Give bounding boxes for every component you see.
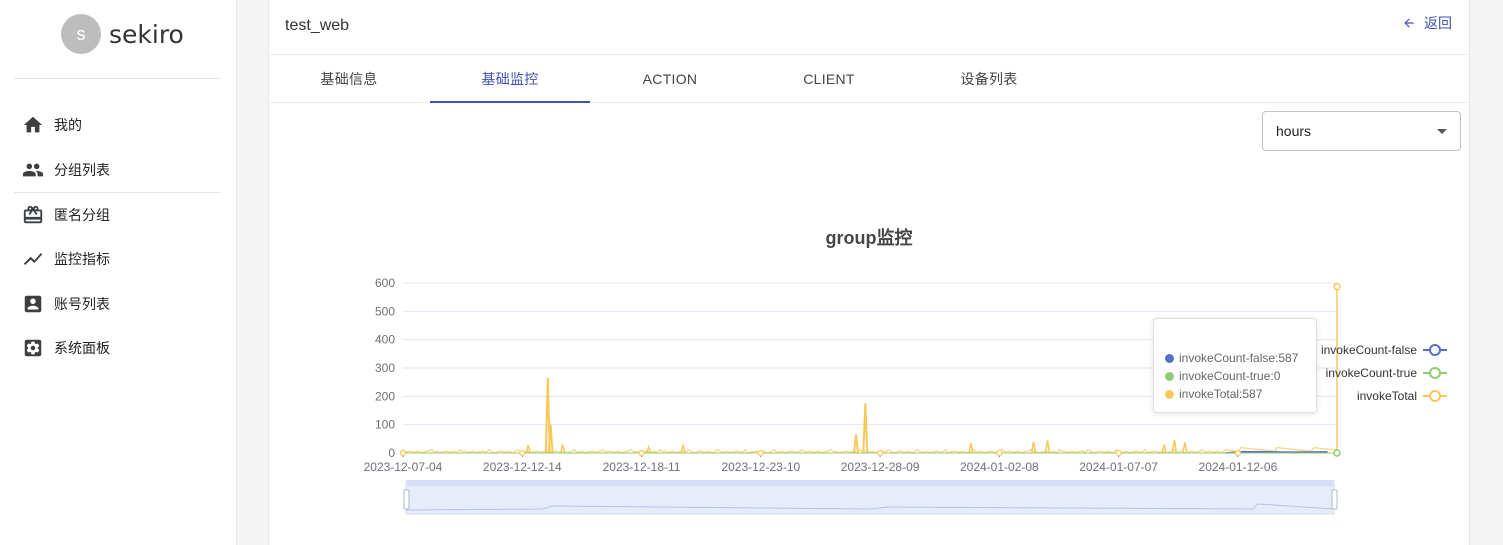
- settings-panel-icon: [24, 339, 42, 357]
- sidebar-divider: [14, 78, 221, 79]
- sidebar: s sekiro 我的 分组列表 匿名分组 监控指标 账号列表 系统面板: [0, 0, 237, 545]
- y-tick-label: 600: [375, 276, 395, 290]
- series-line-invokeTotal-baseline: [402, 446, 1338, 454]
- x-tick-label: 2023-12-18-11: [603, 460, 681, 474]
- sidebar-item-label: 系统面板: [54, 341, 110, 357]
- series-spike-invokeTotal: [862, 403, 869, 454]
- sidebar-item-mine[interactable]: 我的: [22, 110, 82, 140]
- sidebar-item-label: 监控指标: [54, 252, 110, 268]
- chart-tooltip: invokeCount-false:587 invokeCount-true:0…: [1153, 318, 1317, 413]
- sidebar-item-metrics[interactable]: 监控指标: [22, 244, 110, 274]
- tooltip-text: invokeCount-false:587: [1179, 351, 1299, 365]
- series-point-invokeTotal: [1115, 449, 1122, 457]
- series-point-invokeTotal: [996, 449, 1003, 457]
- sidebar-divider: [14, 192, 221, 193]
- series-spike-invokeTotal: [853, 434, 859, 454]
- series-spike-invokeTotal: [680, 444, 686, 454]
- tooltip-text: invokeCount-true:0: [1179, 369, 1281, 383]
- series-point-invokeTotal: [399, 449, 407, 457]
- legend-label: invokeCount-false: [1321, 343, 1417, 357]
- series-point-invokeCount-true: [1333, 449, 1341, 457]
- sidebar-item-anonymous-group[interactable]: 匿名分组: [22, 200, 110, 230]
- brand-name: sekiro: [109, 19, 184, 49]
- account-box-icon: [24, 295, 42, 313]
- x-tick-label: 2024-01-02-08: [960, 460, 1039, 474]
- trending-line-icon: [23, 253, 43, 265]
- group-monitor-chart[interactable]: group监控 0 100 200 300 400 500 600 2023-12-07-04 2…: [269, 0, 1471, 545]
- y-tick-label: 500: [375, 304, 395, 318]
- tooltip-text: invokeTotal:587: [1179, 387, 1263, 401]
- y-tick-label: 400: [375, 333, 395, 347]
- chart-title: group监控: [826, 227, 913, 248]
- legend-marker: [1429, 390, 1441, 402]
- sidebar-item-label: 我的: [54, 118, 82, 134]
- series-point-invokeTotal: [519, 449, 526, 457]
- tooltip-row: invokeCount-false:587: [1165, 349, 1316, 367]
- series-dot-icon: [1165, 371, 1174, 381]
- brand[interactable]: s sekiro: [61, 14, 184, 54]
- y-tick-label: 100: [375, 418, 395, 432]
- x-tick-label: 2023-12-07-04: [364, 460, 443, 474]
- series-spike-invokeTotal: [1182, 442, 1188, 454]
- series-point-invokeTotal: [638, 449, 645, 457]
- datazoom-handle-right: [1331, 489, 1338, 510]
- datazoom-bar: [406, 480, 1334, 486]
- sidebar-item-label: 账号列表: [54, 297, 110, 313]
- series-point-invokeTotal: [757, 449, 764, 457]
- x-tick-label: 2024-01-12-06: [1199, 460, 1278, 474]
- sidebar-item-label: 匿名分组: [54, 208, 110, 224]
- series-point-invokeTotal: [1333, 282, 1341, 291]
- y-tick-label: 200: [375, 389, 395, 403]
- people-icon: [22, 163, 44, 177]
- series-point-invokeTotal: [1234, 449, 1242, 457]
- series-dot-icon: [1165, 389, 1174, 399]
- legend-label: invokeCount-true: [1326, 366, 1418, 380]
- sidebar-item-system-panel[interactable]: 系统面板: [22, 333, 110, 363]
- x-tick-label: 2023-12-12-14: [483, 460, 562, 474]
- tooltip-row: invokeTotal:587: [1165, 385, 1316, 403]
- legend-marker: [1429, 367, 1441, 379]
- legend-marker: [1429, 344, 1441, 356]
- sidebar-item-label: 分组列表: [54, 163, 110, 179]
- x-tick-label: 2023-12-28-09: [841, 460, 920, 474]
- x-tick-label: 2024-01-07-07: [1079, 460, 1158, 474]
- x-tick-label: 2023-12-23-10: [721, 460, 800, 474]
- series-point-invokeTotal: [876, 449, 884, 457]
- main-card: test_web 返回 基础信息 基础监控 ACTION CLIENT 设备列表…: [268, 0, 1470, 545]
- datazoom-handle-left: [403, 489, 410, 510]
- series-dot-icon: [1165, 353, 1174, 363]
- y-tick-label: 300: [375, 361, 395, 375]
- sidebar-item-group-list[interactable]: 分组列表: [22, 155, 110, 185]
- gift-box-icon: [23, 205, 43, 224]
- tooltip-row: invokeCount-true:0: [1165, 367, 1316, 385]
- home-icon: [23, 116, 43, 133]
- legend-label: invokeTotal: [1357, 389, 1417, 403]
- sidebar-item-account-list[interactable]: 账号列表: [22, 289, 110, 319]
- avatar: s: [61, 14, 101, 54]
- y-tick-label: 0: [388, 446, 395, 460]
